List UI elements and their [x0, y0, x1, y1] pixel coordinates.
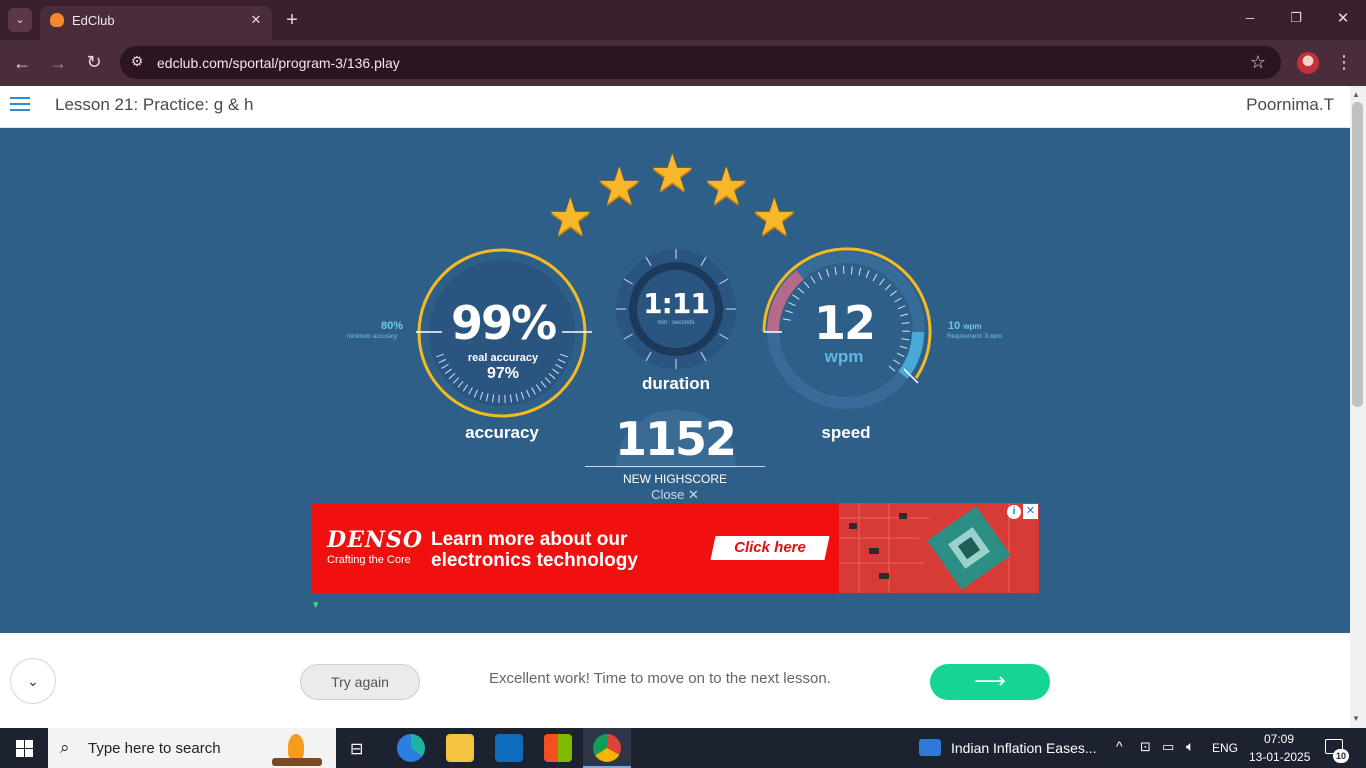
requirement-label: Requirement: 3 wpm — [947, 334, 1003, 340]
network-icon[interactable]: ⊡ — [1140, 739, 1151, 755]
denso-logo: DENSO — [327, 527, 424, 553]
requirement-unit: wpm — [963, 322, 982, 331]
user-name[interactable]: Poornima.T — [1246, 95, 1334, 115]
tab-title: EdClub — [72, 13, 115, 28]
minimum-accuracy-value: 80% — [381, 320, 404, 332]
duration-label: duration — [642, 374, 710, 393]
completion-message: Excellent work! Time to move on to the n… — [489, 670, 831, 687]
window-restore-button[interactable]: ❐ — [1286, 11, 1306, 24]
tray-chevron-up-icon[interactable]: ^ — [1116, 738, 1123, 754]
score-value: 1152 — [614, 412, 737, 466]
profile-avatar[interactable] — [1297, 52, 1319, 74]
ad-close-link[interactable]: Close ✕ — [610, 487, 740, 503]
window-close-button[interactable]: ✕ — [1333, 11, 1353, 26]
requirement-speed-value: 10 wpm — [948, 320, 982, 332]
new-tab-button[interactable]: + — [282, 10, 302, 30]
next-lesson-button[interactable]: ⟶ — [930, 664, 1050, 700]
star-icon: ★ — [703, 158, 750, 216]
volume-icon[interactable]: 🔈︎ — [1186, 738, 1194, 755]
star-icon: ★ — [547, 189, 594, 247]
ad-tagline: Crafting the Core — [327, 554, 411, 566]
clock-date[interactable]: 13-01-2025 — [1249, 750, 1310, 764]
ad-choices-icon[interactable]: ▾ — [313, 598, 319, 611]
ad-click-here-button[interactable]: Click here — [713, 539, 827, 556]
browser-menu-icon[interactable]: ⋮ — [1334, 53, 1354, 71]
minimum-accuracy-label: minimum accuracy — [347, 334, 398, 340]
news-headline[interactable]: Indian Inflation Eases... — [951, 740, 1097, 756]
url-text[interactable]: edclub.com/sportal/program-3/136.play — [157, 55, 400, 71]
outlook-icon[interactable] — [495, 734, 523, 762]
ad-dismiss-icon[interactable]: ✕ — [1023, 504, 1038, 519]
star-icon: ★ — [596, 158, 643, 216]
file-explorer-icon[interactable] — [446, 734, 474, 762]
bonfire-decoration-icon — [262, 730, 334, 768]
try-again-button[interactable]: Try again — [300, 664, 420, 700]
forward-arrow-icon[interactable]: → — [48, 54, 68, 72]
real-accuracy-value: 97% — [486, 365, 520, 382]
chrome-browser-icon[interactable] — [593, 734, 621, 762]
scroll-down-arrow-icon[interactable]: ▼ — [1352, 714, 1360, 723]
star-icon: ★ — [649, 145, 696, 203]
speed-value: 12 — [813, 296, 876, 350]
battery-icon[interactable]: ▭ — [1162, 739, 1174, 755]
notification-count: 10 — [1333, 749, 1349, 763]
scroll-up-arrow-icon[interactable]: ▲ — [1352, 90, 1360, 99]
back-arrow-icon[interactable]: ← — [12, 54, 32, 72]
chevron-down-icon[interactable]: ⌄ — [10, 658, 56, 704]
ad-headline: Learn more about our electronics technol… — [431, 529, 638, 571]
accuracy-value: 99% — [450, 296, 557, 350]
duration-unit: min : seconds — [657, 320, 695, 326]
highscore-label: NEW HIGHSCORE — [622, 472, 727, 486]
microsoft-store-icon[interactable] — [544, 734, 572, 762]
star-icon: ★ — [751, 189, 798, 247]
site-settings-icon[interactable]: ⚙ — [128, 54, 146, 68]
language-indicator[interactable]: ENG — [1212, 741, 1238, 755]
lesson-title: Lesson 21: Practice: g & h — [55, 95, 254, 114]
real-accuracy-label: real accuracy — [467, 352, 539, 364]
edge-browser-icon[interactable] — [397, 734, 425, 762]
duration-value: 1:11 — [643, 287, 710, 320]
task-view-icon[interactable]: ⊟ — [350, 739, 363, 759]
news-widget-icon[interactable] — [919, 739, 941, 756]
tab-close-icon[interactable]: ✕ — [248, 13, 264, 26]
accuracy-label: accuracy — [465, 423, 539, 442]
clock-time[interactable]: 07:09 — [1264, 732, 1294, 746]
reload-icon[interactable]: ↻ — [84, 53, 104, 71]
ad-close-label: Close — [651, 487, 685, 502]
search-icon: ⌕ — [60, 738, 70, 757]
speed-unit: wpm — [824, 347, 864, 366]
tab-search-button[interactable]: ⌄ — [8, 8, 32, 32]
speed-label: speed — [821, 423, 871, 442]
hamburger-menu-icon[interactable] — [10, 97, 30, 113]
requirement-value: 10 — [948, 320, 961, 332]
window-minimize-button[interactable]: ─ — [1240, 12, 1260, 24]
advertisement-banner[interactable]: DENSO Crafting the Core Learn more about… — [311, 503, 1039, 593]
windows-start-icon[interactable] — [16, 740, 33, 757]
taskbar-search-placeholder[interactable]: Type here to search — [88, 740, 221, 757]
bookmark-star-icon[interactable]: ☆ — [1248, 53, 1268, 71]
scrollbar-thumb[interactable] — [1352, 102, 1363, 407]
ad-info-icon[interactable]: i — [1007, 505, 1021, 519]
score-divider — [585, 466, 765, 467]
close-x-icon: ✕ — [687, 487, 699, 502]
edclub-favicon-icon — [50, 13, 64, 27]
